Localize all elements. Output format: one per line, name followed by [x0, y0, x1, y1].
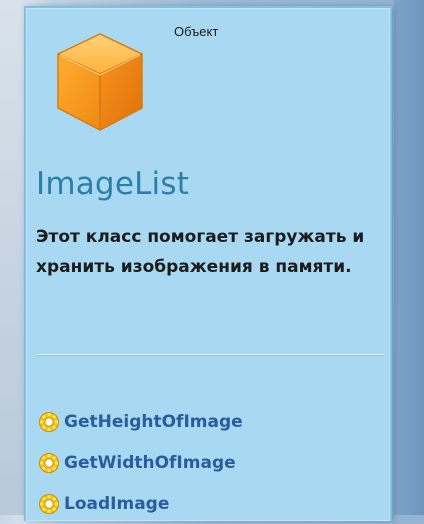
- method-gear-icon: [39, 411, 59, 432]
- method-label: GetHeightOfImage: [64, 411, 243, 432]
- method-gear-icon: [39, 493, 59, 514]
- method-label: LoadImage: [64, 493, 170, 514]
- class-description: Этот класс помогает загружать и хранить …: [36, 227, 365, 277]
- class-title: ImageList: [36, 166, 190, 202]
- method-label: GetWidthOfImage: [64, 452, 236, 473]
- background-right: [394, 0, 424, 515]
- object-cube-icon: [57, 33, 143, 131]
- object-type-label: Объект: [174, 24, 219, 39]
- section-divider: [38, 354, 384, 356]
- background-left: [0, 0, 24, 515]
- method-gear-icon: [39, 452, 59, 473]
- method-link-getwidthofimage[interactable]: GetWidthOfImage: [38, 442, 243, 483]
- method-link-loadimage[interactable]: LoadImage: [38, 483, 243, 524]
- method-link-getheightofimage[interactable]: GetHeightOfImage: [38, 401, 243, 442]
- methods-list: GetHeightOfImage GetWidthOfImage LoadIma…: [38, 401, 243, 524]
- class-info-card: Объект ImageList Этот класс помогает заг…: [24, 6, 392, 521]
